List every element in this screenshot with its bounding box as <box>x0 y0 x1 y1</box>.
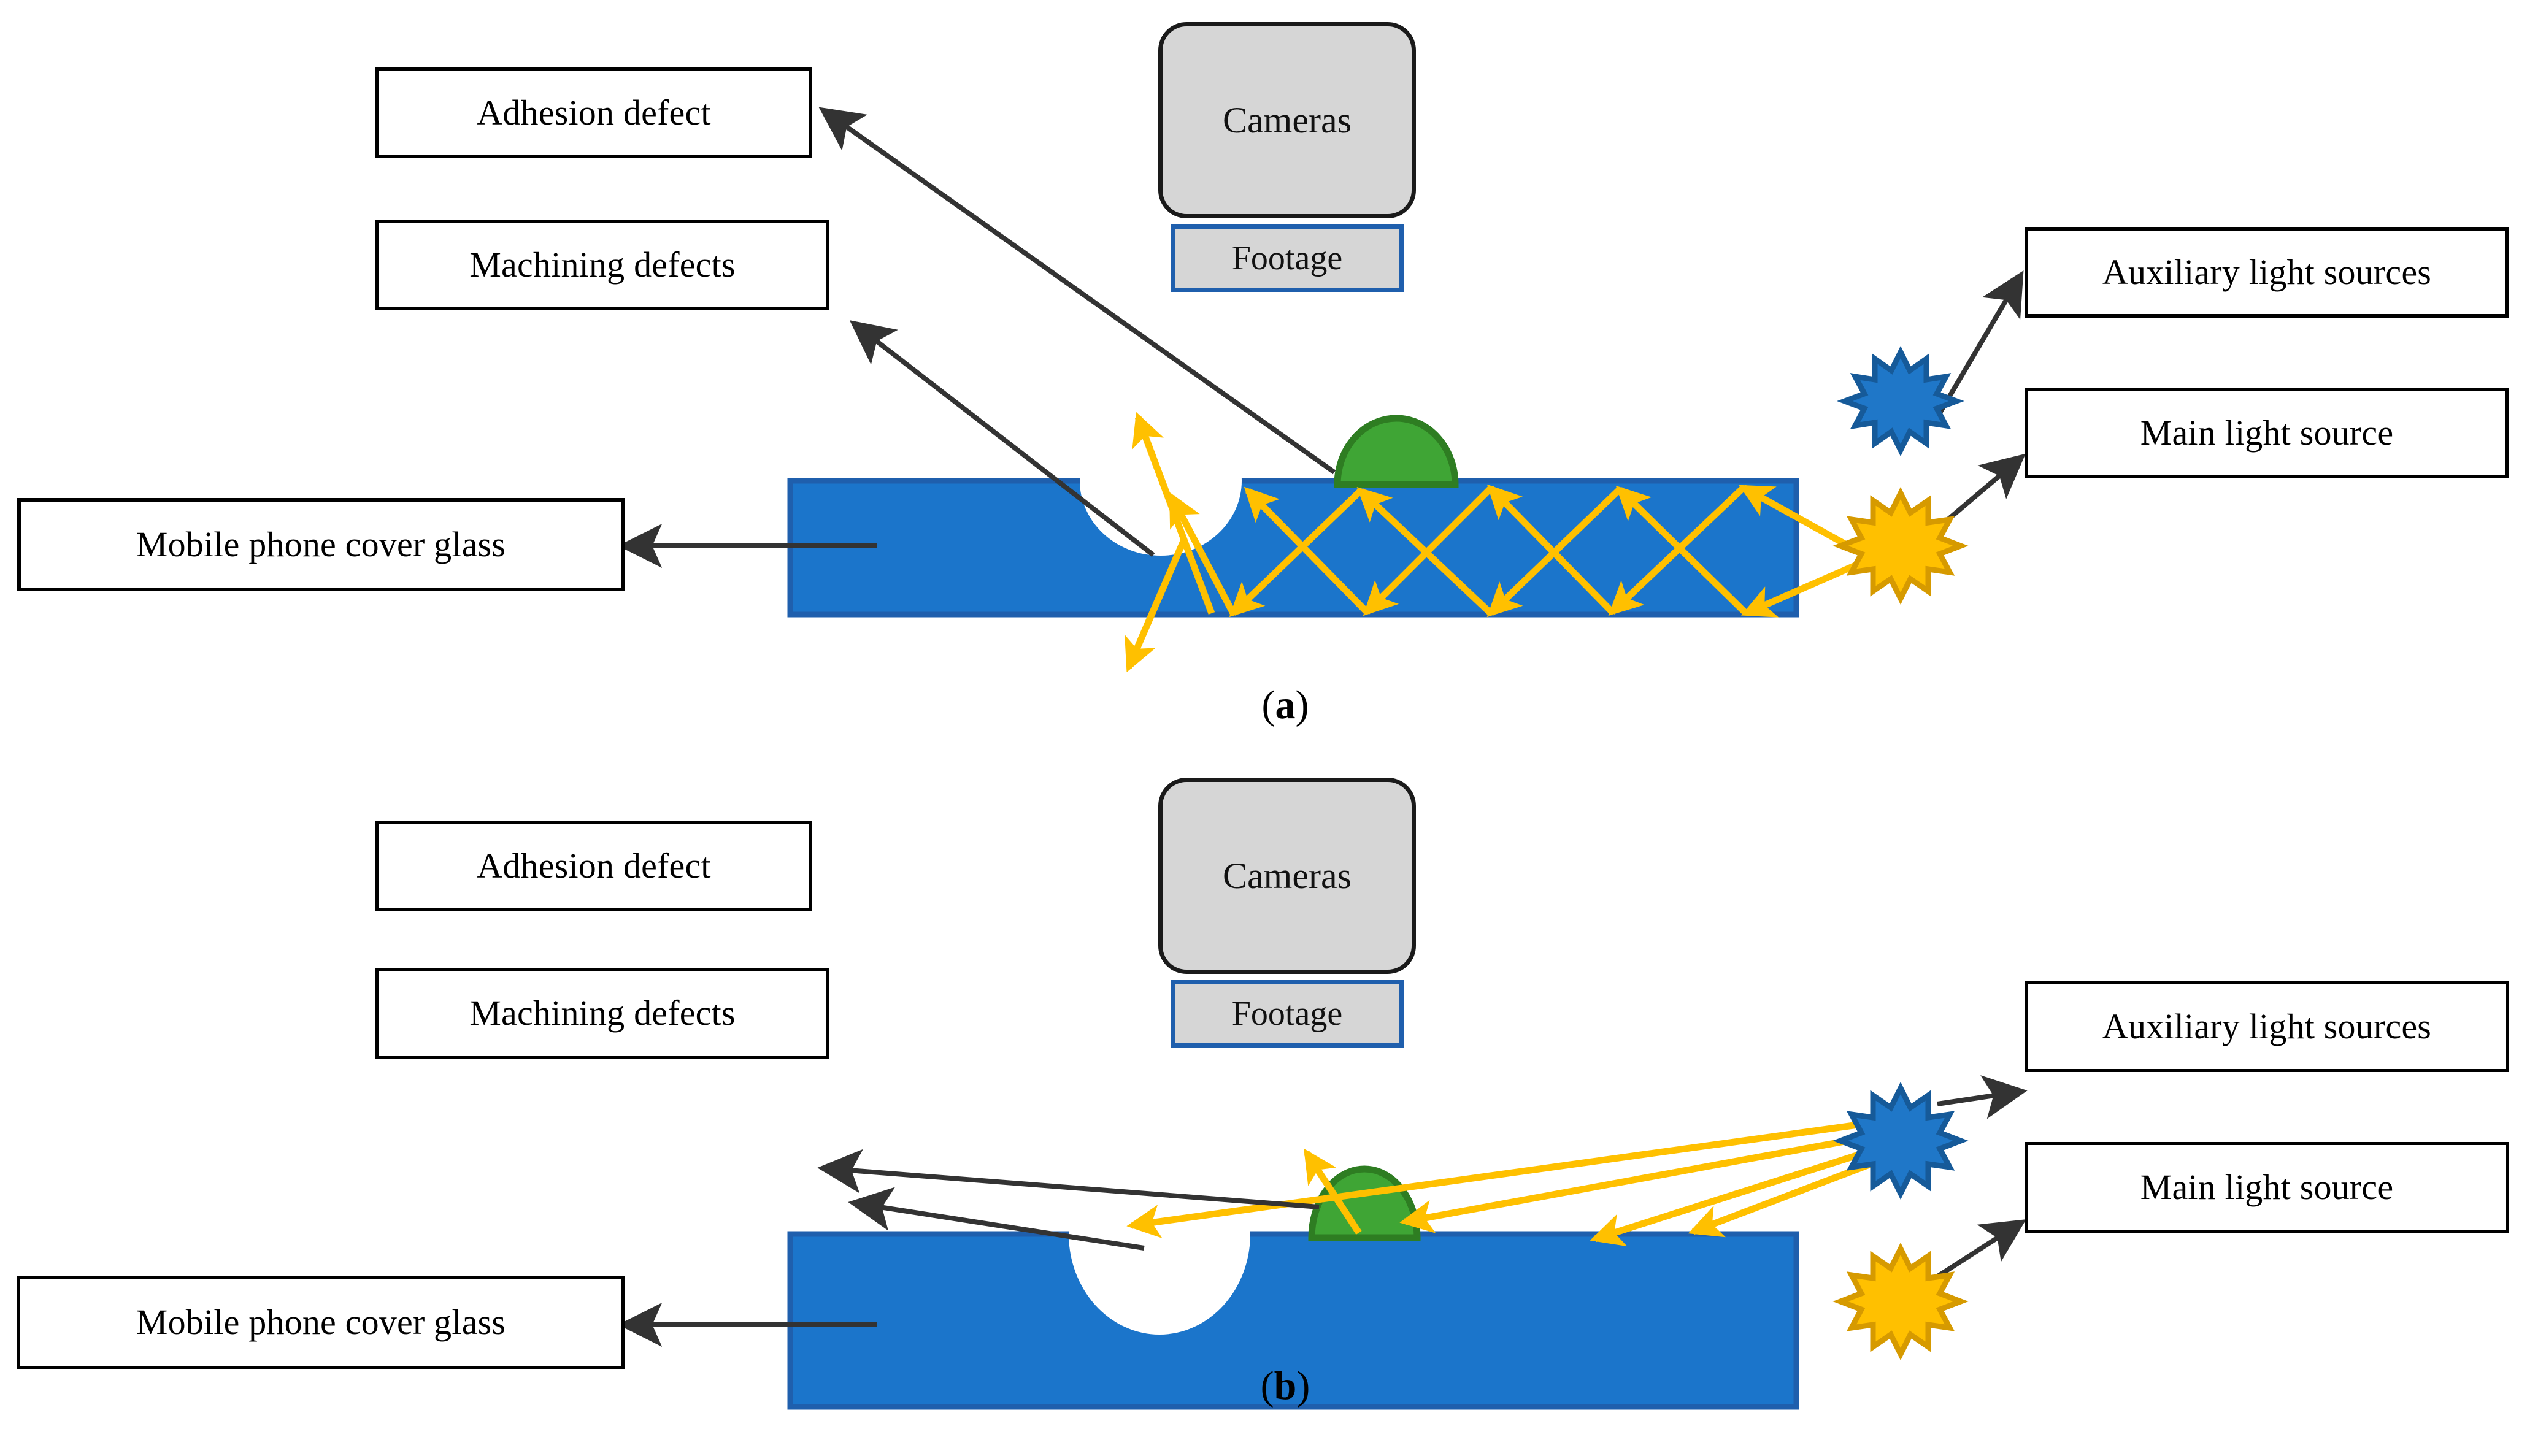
light-ray-group-b <box>1126 1117 1889 1247</box>
label-main-light-b[interactable]: Main light source <box>2025 1142 2509 1233</box>
label-text: Adhesion defect <box>477 845 711 886</box>
label-adhesion-defect-b[interactable]: Adhesion defect <box>375 821 812 911</box>
label-machining-defects-a[interactable]: Machining defects <box>375 220 829 310</box>
camera-label: Cameras <box>1223 99 1352 140</box>
camera-module-b[interactable]: Cameras <box>1158 778 1416 974</box>
panel-caption-b: (b) <box>1260 1363 1310 1408</box>
label-main-light-a[interactable]: Main light source <box>2025 388 2509 478</box>
panel-caption-a: (a) <box>1261 683 1309 727</box>
label-cover-glass-b[interactable]: Mobile phone cover glass <box>17 1276 625 1369</box>
label-text: Auxiliary light sources <box>2102 1006 2432 1046</box>
camera-module-a[interactable]: Cameras <box>1158 22 1416 218</box>
label-text: Main light source <box>2140 412 2394 453</box>
footage-label: Footage <box>1231 239 1343 277</box>
figure-canvas: Adhesion defect Machining defects Mobile… <box>0 0 2538 1456</box>
panel-b-group <box>618 1075 2028 1410</box>
label-text: Mobile phone cover glass <box>136 1301 506 1342</box>
caption-letter: a <box>1275 683 1296 727</box>
caption-letter: b <box>1274 1363 1297 1408</box>
label-text: Machining defects <box>469 244 736 285</box>
footage-label: Footage <box>1231 995 1343 1033</box>
label-adhesion-defect-a[interactable]: Adhesion defect <box>375 67 812 158</box>
label-text: Main light source <box>2140 1167 2394 1207</box>
aux-light-source-star-a <box>1837 345 1964 457</box>
main-light-source-star-b <box>1832 1242 1969 1361</box>
label-text: Machining defects <box>469 992 736 1033</box>
label-machining-defects-b[interactable]: Machining defects <box>375 968 829 1059</box>
footage-module-b[interactable]: Footage <box>1171 980 1404 1048</box>
label-text: Auxiliary light sources <box>2102 251 2432 292</box>
label-text: Mobile phone cover glass <box>136 524 506 564</box>
camera-label: Cameras <box>1223 855 1352 896</box>
label-auxiliary-light-b[interactable]: Auxiliary light sources <box>2025 981 2509 1072</box>
cover-glass-slab-a <box>787 478 1799 618</box>
main-light-source-star-a <box>1832 486 1969 605</box>
label-cover-glass-a[interactable]: Mobile phone cover glass <box>17 498 625 591</box>
label-auxiliary-light-a[interactable]: Auxiliary light sources <box>2025 227 2509 318</box>
label-text: Adhesion defect <box>477 92 711 132</box>
adhesion-defect-dome-a <box>1334 415 1459 488</box>
footage-module-a[interactable]: Footage <box>1171 224 1404 292</box>
